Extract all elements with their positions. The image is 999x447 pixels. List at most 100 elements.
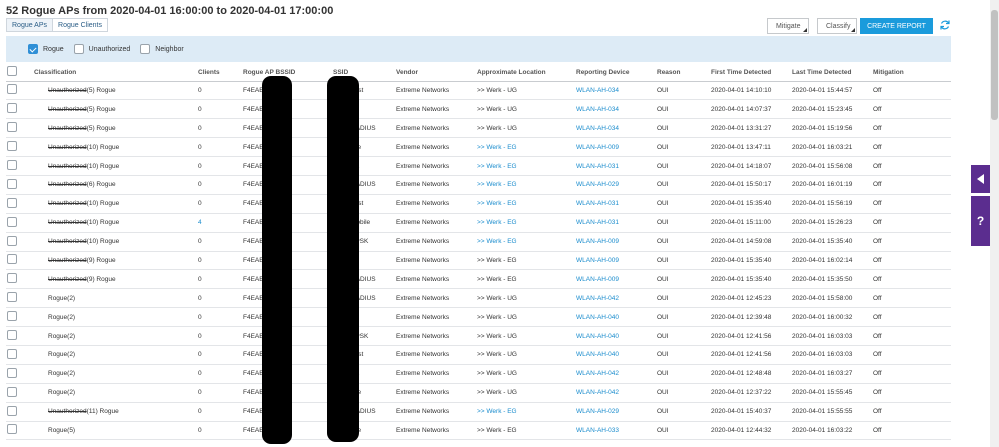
reporting-device-link[interactable]: WLAN-AH-009 [574,269,655,290]
column-header-vendor[interactable]: Vendor [394,64,475,82]
create-report-button[interactable]: CREATE REPORT [860,18,933,34]
row-checkbox[interactable] [7,254,17,265]
reporting-device-link[interactable]: WLAN-AH-033 [574,421,655,441]
column-header-first-detected[interactable]: First Time Detected [709,64,790,82]
rogue-checkbox[interactable] [28,44,38,54]
column-header-reason[interactable]: Reason [655,64,709,82]
reporting-device-link[interactable]: WLAN-AH-042 [574,383,655,403]
table-row[interactable]: Unauthorized(6) Rogue 0 F4EAB5 RADIUS Extrem… [6,175,951,195]
reporting-device-link[interactable]: WLAN-AH-034 [574,99,655,120]
reporting-device-link[interactable]: WLAN-AH-009 [574,251,655,271]
column-header-reporting-device[interactable]: Reporting Device [574,64,655,82]
location-cell[interactable]: >> Werk - EG [475,402,574,422]
reporting-device-link[interactable]: WLAN-AH-029 [574,402,655,422]
refresh-icon[interactable] [939,19,951,31]
table-row[interactable]: Rogue(5)0F4EAB5tiveExtreme Networks>> We… [6,421,951,441]
first-detected-cell: 2020-04-01 12:41:56 [709,326,790,346]
column-header-clients[interactable]: Clients [196,64,241,82]
reason-cell: OUI [655,232,709,252]
filter-neighbor[interactable]: Neighbor [140,44,184,54]
scrollbar-thumb[interactable] [991,10,998,120]
row-checkbox[interactable] [7,292,17,303]
filter-unauthorized[interactable]: Unauthorized [73,44,130,54]
location-cell[interactable]: >> Werk - EG [475,232,574,252]
row-checkbox[interactable] [7,141,17,152]
row-checkbox[interactable] [7,84,17,95]
table-row[interactable]: Unauthorized(10) Rogue0F4EAB5tiveExtreme… [6,137,951,158]
first-detected-cell: 2020-04-01 12:37:22 [709,383,790,403]
reason-cell: OUI [655,383,709,403]
clients-cell: 0 [196,99,241,120]
mitigation-cell: Off [871,364,951,384]
reporting-device-link[interactable]: WLAN-AH-031 [574,194,655,214]
filter-rogue[interactable]: Rogue [28,44,64,54]
table-row[interactable]: Unauthorized(10) Rogue0F4EAB5uestExtreme… [6,194,951,214]
neighbor-checkbox[interactable] [140,44,151,54]
reporting-device-link[interactable]: WLAN-AH-031 [574,213,655,233]
column-header-classification[interactable]: Classification [32,64,196,82]
location-cell: >> Werk - UG [475,288,574,309]
classification-value: (5) Rogue [86,86,116,94]
table-row[interactable]: Unauthorized(5) Rogue 0 F4EAB5 RADIUS Extrem… [6,118,951,139]
reporting-device-link[interactable]: WLAN-AH-031 [574,156,655,176]
tab-rogue-aps[interactable]: Rogue APs [6,18,54,32]
column-header-last-detected[interactable]: Last Time Detected [790,64,871,82]
reporting-device-link[interactable]: WLAN-AH-009 [574,232,655,252]
row-checkbox[interactable] [7,405,17,416]
reporting-device-link[interactable]: WLAN-AH-042 [574,288,655,309]
reporting-device-link[interactable]: WLAN-AH-029 [574,175,655,195]
row-checkbox[interactable] [7,160,17,170]
table-row[interactable]: Rogue(2) 0 F4EAB5 Extreme Networks >> Werk -… [6,307,951,328]
clients-cell: 0 [196,194,241,214]
row-checkbox[interactable] [7,197,17,208]
row-checkbox[interactable] [7,311,17,322]
table-row[interactable]: Rogue(2)0F4EAB5uestExtreme Networks>> We… [6,345,951,365]
row-checkbox[interactable] [7,367,17,378]
table-row[interactable]: Unauthorized(11) Rogue 0 F4EAB5 RADIUS Extre… [6,402,951,422]
column-header-mitigation[interactable]: Mitigation [871,64,951,82]
row-checkbox[interactable] [7,424,17,435]
row-checkbox[interactable] [7,216,17,227]
table-row[interactable]: Unauthorized(5) Rogue 0 F4EAB5 Extreme Netw… [6,99,951,120]
table-row[interactable]: Rogue(2)0F4EAB5tiveExtreme Networks>> We… [6,383,951,403]
unauthorized-checkbox[interactable] [73,44,84,54]
table-row[interactable]: Unauthorized(9) Rogue 0 F4EAB5 Extreme Netw… [6,251,951,271]
row-checkbox[interactable] [7,348,17,359]
row-checkbox[interactable] [7,386,17,397]
reporting-device-link[interactable]: WLAN-AH-009 [574,137,655,158]
reporting-device-link[interactable]: WLAN-AH-040 [574,326,655,346]
location-cell[interactable]: >> Werk - EG [475,156,574,176]
mitigate-button[interactable]: Mitigate [767,18,809,34]
reporting-device-link[interactable]: WLAN-AH-034 [574,81,655,101]
classify-button[interactable]: Classify [817,18,857,34]
table-row[interactable]: Rogue(2) 0 F4EAB5 PPSK Extreme Networks >> We… [6,326,951,346]
reporting-device-link[interactable]: WLAN-AH-034 [574,118,655,139]
row-checkbox[interactable] [7,103,17,114]
table-row[interactable]: Unauthorized(10) Rogue 0 F4EAB5 PPSK Extreme… [6,232,951,252]
location-cell[interactable]: >> Werk - EG [475,213,574,233]
column-header-location[interactable]: Approximate Location [475,64,574,82]
location-cell[interactable]: >> Werk - EG [475,137,574,158]
help-button[interactable]: ? [971,196,990,246]
location-cell[interactable]: >> Werk - EG [475,175,574,195]
table-row[interactable]: Rogue(2) 0 F4EAB5 RADIUS Extreme Networks >> … [6,288,951,309]
select-all-checkbox[interactable] [7,66,17,77]
row-checkbox[interactable] [7,330,17,341]
row-checkbox[interactable] [7,122,17,133]
reporting-device-link[interactable]: WLAN-AH-040 [574,307,655,328]
table-row[interactable]: Unauthorized(10) Rogue 4 F4EAB5 mobile Extre… [6,213,951,233]
collapse-panel-button[interactable] [971,165,990,193]
table-row[interactable]: Rogue(2)0F4EAB5PAExtreme Networks>> Werk… [6,364,951,384]
reporting-device-link[interactable]: WLAN-AH-040 [574,345,655,365]
table-row[interactable]: Unauthorized(10) Rogue0F4EAB5PAExtreme N… [6,156,951,176]
mitigation-cell: Off [871,213,951,233]
tab-rogue-clients[interactable]: Rogue Clients [52,18,108,32]
row-checkbox[interactable] [7,273,17,284]
reporting-device-link[interactable]: WLAN-AH-042 [574,364,655,384]
row-checkbox[interactable] [7,178,17,189]
table-row[interactable]: Unauthorized(5) Rogue0F4EAB5uestExtreme … [6,81,951,101]
table-row[interactable]: Unauthorized(9) Rogue 0 F4EAB5 RADIUS Extrem… [6,269,951,290]
location-cell[interactable]: >> Werk - EG [475,194,574,214]
vendor-cell: Extreme Networks [394,232,475,252]
row-checkbox[interactable] [7,235,17,246]
